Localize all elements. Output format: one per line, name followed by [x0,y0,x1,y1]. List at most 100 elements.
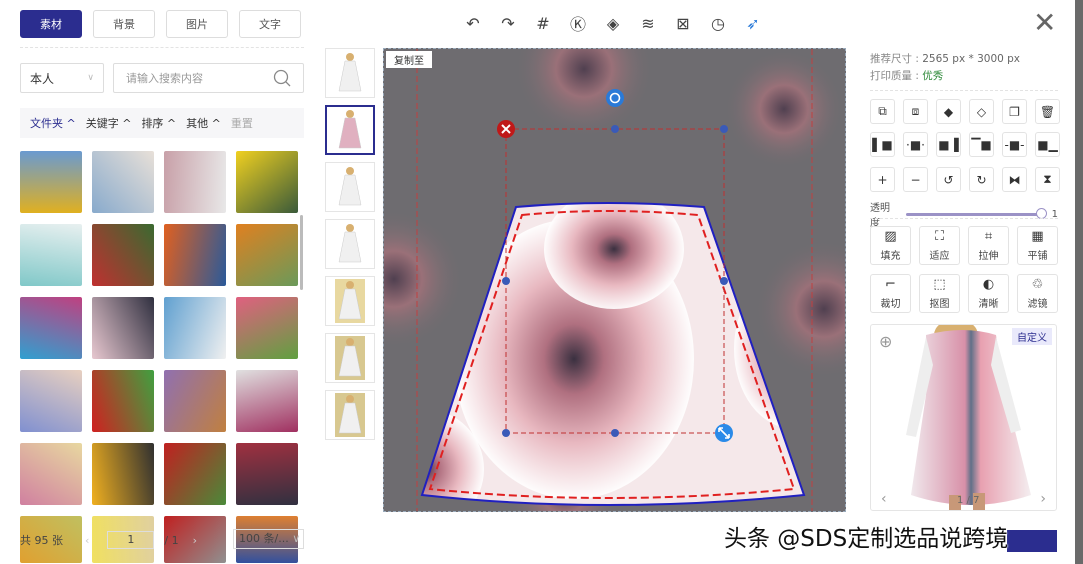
zoom-in-icon[interactable]: ⊕ [879,332,892,351]
remove-handle-icon[interactable] [497,120,515,138]
tool-2[interactable]: ⌗ 拉伸 [968,226,1009,265]
tab-text[interactable]: 文字 [239,10,301,38]
view-thumbnail[interactable] [325,162,375,212]
redo-icon[interactable]: ↷ [497,12,519,34]
material-thumbnail[interactable] [92,151,154,213]
filter-folder[interactable]: 文件夹 ^ [30,115,76,131]
tab-image[interactable]: 图片 [166,10,228,38]
filter-other[interactable]: 其他 ^ [186,115,221,131]
tool-7[interactable]: ♲ 滤镜 [1017,274,1058,313]
material-thumbnail[interactable] [20,443,82,505]
row1-button-0[interactable]: ⧉ [870,99,895,124]
row2-button-3[interactable]: ▔■ [969,132,994,157]
tab-background[interactable]: 背景 [93,10,155,38]
material-thumbnail[interactable] [20,151,82,213]
row3-button-0[interactable]: + [870,167,895,192]
prev-page-button[interactable]: ‹ [85,534,89,547]
material-thumbnail[interactable] [92,443,154,505]
row2-button-1[interactable]: ·■· [903,132,928,157]
grid-icon[interactable]: # [532,12,554,34]
copy-to-button[interactable]: 复制至 [386,51,432,68]
confirm-button[interactable] [1007,530,1057,552]
row1-button-2[interactable]: ◆ [936,99,961,124]
next-page-button[interactable]: › [193,534,197,547]
material-thumbnail[interactable] [164,297,226,359]
row3-button-3[interactable]: ↻ [969,167,994,192]
scrollbar[interactable] [300,215,303,290]
view-thumbnail[interactable] [325,48,375,98]
row3-button-5[interactable]: ⧗ [1035,167,1060,192]
next-image-icon[interactable]: › [1040,491,1046,507]
material-thumbnail[interactable] [92,224,154,286]
view-thumbnail[interactable] [325,333,375,383]
history-icon[interactable]: ◷ [707,12,729,34]
view-thumbnail[interactable] [325,276,375,326]
filter-keyword[interactable]: 关键字 ^ [86,115,132,131]
material-thumbnail[interactable] [20,370,82,432]
slider-handle[interactable] [1035,207,1047,219]
search-input[interactable]: 请输入搜索内容 [113,63,304,93]
rotate-handle-icon[interactable] [606,89,624,107]
tool-6[interactable]: ◐ 清晰 [968,274,1009,313]
material-thumbnail[interactable] [236,443,298,505]
material-thumbnail[interactable] [92,297,154,359]
row3-button-2[interactable]: ↺ [936,167,961,192]
view-thumbnail[interactable] [325,219,375,269]
row3-button-1[interactable]: − [903,167,928,192]
tool-4[interactable]: ⌐ 裁切 [870,274,911,313]
view-thumbnail[interactable] [325,105,375,155]
page-input[interactable]: 1 [107,531,155,549]
tool-1[interactable]: ⛶ 适应 [919,226,960,265]
view-thumbnails [325,48,375,447]
search-icon[interactable] [273,69,291,87]
material-thumbnail[interactable] [92,370,154,432]
tool-icon-7: ♲ [1031,277,1044,292]
layers-icon[interactable]: ≋ [637,12,659,34]
k-icon[interactable]: Ⓚ [567,12,589,34]
row2-button-5[interactable]: ■▁ [1035,132,1060,157]
material-thumbnail[interactable] [164,151,226,213]
tool-0[interactable]: ▨ 填充 [870,226,911,265]
page-scrollbar[interactable] [1075,0,1083,564]
canvas-artwork [384,49,845,511]
material-thumbnail[interactable] [164,370,226,432]
delete-box-icon[interactable]: ⊠ [672,12,694,34]
resize-handle-icon[interactable] [715,424,733,442]
material-thumbnail[interactable] [236,370,298,432]
tool-label: 适应 [929,251,950,262]
prev-image-icon[interactable]: ‹ [881,491,887,507]
row2-button-4[interactable]: -■- [1002,132,1027,157]
rocket-icon[interactable]: ➶ [742,12,764,34]
tab-material[interactable]: 素材 [20,10,82,38]
custom-button[interactable]: 自定义 [1012,328,1052,345]
row1-button-5[interactable]: 🗑 [1035,99,1060,124]
row1-button-1[interactable]: ⧈ [903,99,928,124]
row2-button-2[interactable]: ■▐ [936,132,961,157]
row2-button-0[interactable]: ▌■ [870,132,895,157]
material-thumbnail[interactable] [164,443,226,505]
undo-icon[interactable]: ↶ [462,12,484,34]
tool-5[interactable]: ⬚ 抠图 [919,274,960,313]
material-thumbnail[interactable] [164,224,226,286]
material-thumbnail[interactable] [236,297,298,359]
divider [20,47,304,48]
view-thumbnail[interactable] [325,390,375,440]
material-thumbnail[interactable] [20,297,82,359]
page-size-select[interactable]: 100 条/... ∨ [233,529,304,549]
close-icon[interactable]: ✕ [1033,9,1056,37]
row3-button-4[interactable]: ⧓ [1002,167,1027,192]
row1-button-3[interactable]: ◇ [969,99,994,124]
material-thumbnail[interactable] [236,151,298,213]
owner-select[interactable]: 本人 ∨ [20,63,104,93]
pagination: 共 95 张 ‹ 1 / 1 › 100 条/... ∨ [20,529,304,549]
opacity-slider[interactable] [906,207,1047,219]
material-thumbnail[interactable] [20,224,82,286]
reset-button[interactable]: 重置 [231,115,253,131]
material-thumbnail[interactable] [236,224,298,286]
filter-sort[interactable]: 排序 ^ [141,115,176,131]
layer-buttons: ⧉ ⧈ ◆ ◇ ❐ 🗑 [870,99,1060,124]
tool-3[interactable]: ▦ 平铺 [1017,226,1058,265]
design-canvas[interactable]: 复制至 [383,48,846,512]
row1-button-4[interactable]: ❐ [1002,99,1027,124]
fill-bucket-icon[interactable]: ◈ [602,12,624,34]
